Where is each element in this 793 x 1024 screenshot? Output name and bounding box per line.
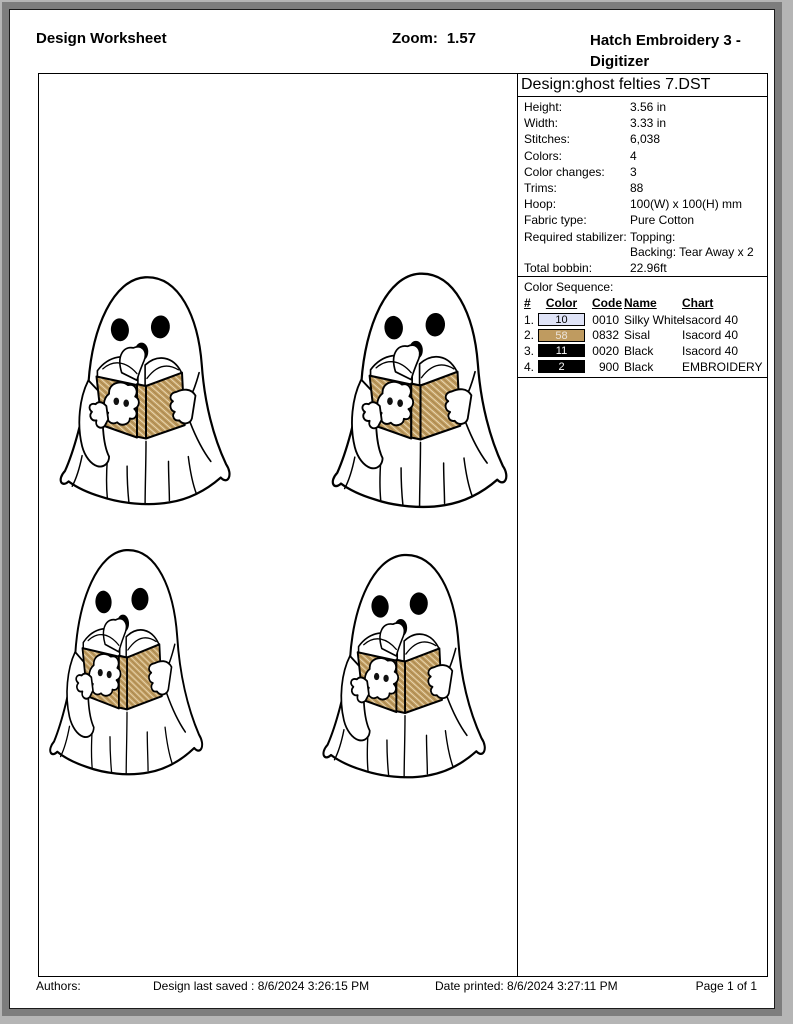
- property-row-hoop: Hoop:100(W) x 100(H) mm: [518, 196, 767, 212]
- app-title-line1: Hatch Embroidery 3 -: [590, 30, 768, 51]
- property-row-colors: Colors:4: [518, 148, 767, 164]
- thread-color-swatch: 58: [538, 329, 585, 342]
- last-saved-text: Design last saved : 8/6/2024 3:26:15 PM: [153, 979, 369, 993]
- page-number: Page 1 of 1: [696, 979, 757, 993]
- zoom-value: 1.57: [447, 30, 476, 47]
- thread-color-swatch: 2: [538, 360, 585, 373]
- color-sequence-section: Color Sequence: # Color Code Name Chart …: [518, 276, 767, 379]
- worksheet-page: Design Worksheet Zoom: 1.57 Hatch Embroid…: [9, 9, 775, 1009]
- zoom-indicator: Zoom: 1.57: [392, 30, 476, 47]
- design-preview-canvas: [38, 73, 518, 977]
- color-sequence-row: 3. 11 0020 Black Isacord 40: [518, 343, 767, 359]
- design-filename: Design:ghost felties 7.DST: [518, 74, 767, 97]
- thread-color-swatch: 11: [538, 344, 585, 357]
- color-sequence-row: 1. 10 0010 Silky White Isacord 40: [518, 312, 767, 328]
- color-sequence-label: Color Sequence:: [518, 279, 767, 295]
- thread-color-swatch: 10: [538, 313, 585, 326]
- property-row-bobbin: Total bobbin:22.96ft: [518, 260, 767, 276]
- page-title: Design Worksheet: [36, 30, 167, 47]
- ghost-design-1: [56, 263, 236, 511]
- design-properties: Height:3.56 in Width:3.33 in Stitches:6,…: [518, 97, 767, 276]
- property-row-width: Width:3.33 in: [518, 115, 767, 131]
- authors-label: Authors:: [36, 979, 81, 993]
- color-sequence-header: # Color Code Name Chart: [518, 295, 767, 312]
- ghost-design-3: [46, 536, 208, 781]
- app-title-line2: Digitizer: [590, 51, 768, 72]
- date-printed-text: Date printed: 8/6/2024 3:27:11 PM: [435, 979, 618, 993]
- color-sequence-row: 4. 2 900 Black EMBROIDERY: [518, 359, 767, 375]
- property-row-stabilizer: Required stabilizer:Topping:Backing: Tea…: [518, 229, 767, 260]
- ghost-design-4: [319, 541, 491, 784]
- property-row-color-changes: Color changes:3: [518, 164, 767, 180]
- ghost-design-2: [328, 259, 513, 514]
- property-row-height: Height:3.56 in: [518, 99, 767, 115]
- property-row-trims: Trims:88: [518, 180, 767, 196]
- color-sequence-row: 2. 58 0832 Sisal Isacord 40: [518, 327, 767, 343]
- property-row-fabric: Fabric type:Pure Cotton: [518, 212, 767, 228]
- zoom-label: Zoom:: [392, 30, 438, 47]
- design-info-panel: Design:ghost felties 7.DST Height:3.56 i…: [517, 73, 768, 977]
- property-row-stitches: Stitches:6,038: [518, 131, 767, 147]
- app-title: Hatch Embroidery 3 - Digitizer: [590, 30, 768, 72]
